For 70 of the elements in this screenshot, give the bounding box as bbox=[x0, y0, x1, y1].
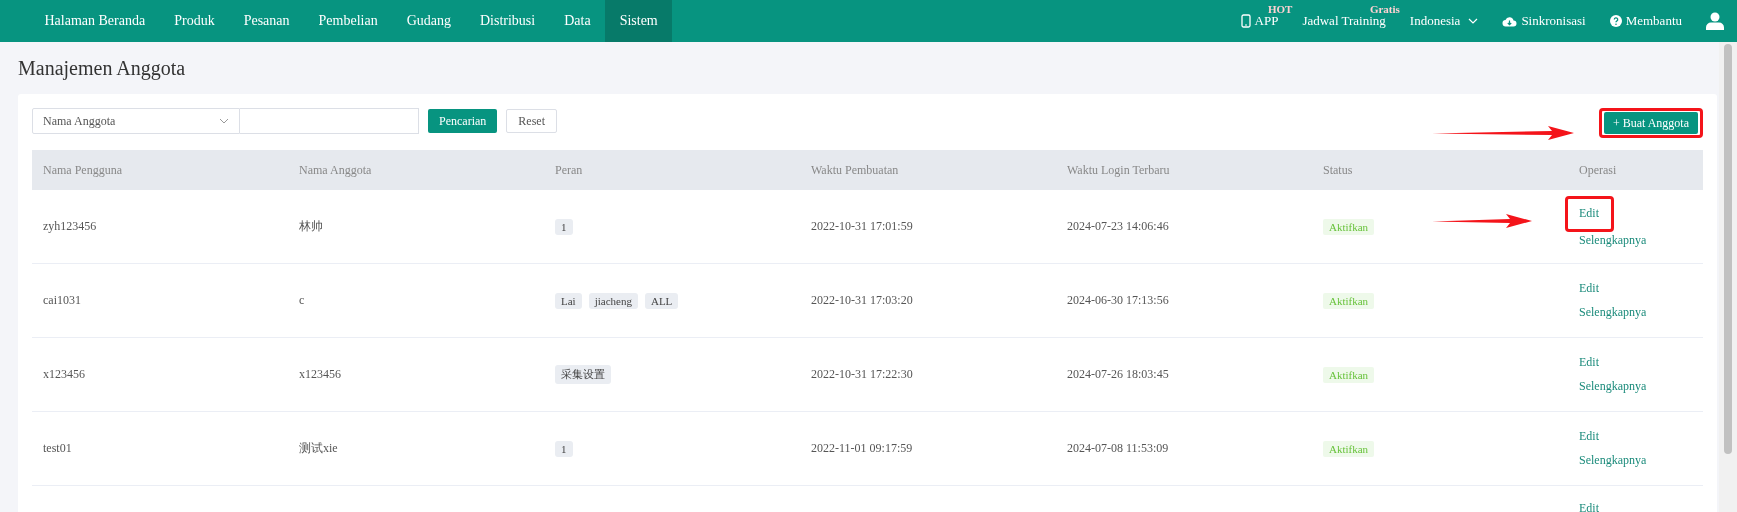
nav-tab[interactable]: Distribusi bbox=[465, 0, 550, 42]
table-cell: x123456 bbox=[299, 367, 341, 382]
table-cell: cai1031 bbox=[43, 293, 81, 308]
column-header: Nama Pengguna bbox=[42, 162, 123, 178]
chevron-down-icon bbox=[1468, 18, 1479, 24]
nav-tab[interactable]: Data bbox=[549, 0, 606, 42]
table-cell: 2024-07-08 11:53:09 bbox=[1067, 441, 1169, 456]
table-cell: 2022-10-31 17:01:59 bbox=[811, 219, 913, 234]
column-header: Waktu Pembuatan bbox=[810, 162, 900, 178]
field-select[interactable]: Nama Anggota bbox=[32, 108, 240, 134]
user-icon[interactable] bbox=[1706, 12, 1724, 30]
role-tag: 1 bbox=[555, 218, 573, 235]
action-link[interactable]: Edit bbox=[1579, 281, 1599, 296]
table-cell: 2022-10-31 17:03:20 bbox=[811, 293, 913, 308]
table-cell: 2022-11-01 09:17:59 bbox=[811, 441, 913, 456]
header-link[interactable]: Jadwal Training bbox=[1302, 13, 1386, 29]
header-link[interactable]: Membantu bbox=[1625, 13, 1682, 29]
table-cell: c bbox=[299, 293, 305, 308]
search-field[interactable] bbox=[240, 108, 419, 134]
status-tag: Aktifkan bbox=[1323, 218, 1375, 235]
action-link[interactable]: Selengkapnya bbox=[1579, 453, 1647, 468]
help-icon bbox=[1609, 15, 1622, 27]
badge-label: HOT bbox=[1267, 3, 1293, 15]
phone-icon bbox=[1240, 14, 1251, 28]
status-tag: Aktifkan bbox=[1323, 366, 1375, 383]
table-cell: 2022-10-31 17:22:30 bbox=[811, 367, 913, 382]
page-title: Manajemen Anggota bbox=[18, 56, 187, 82]
column-header: Waktu Login Terbaru bbox=[1066, 162, 1171, 178]
header-link[interactable]: APP bbox=[1254, 13, 1279, 29]
status-tag: Aktifkan bbox=[1323, 292, 1375, 309]
table-cell: 2024-06-30 17:13:56 bbox=[1067, 293, 1169, 308]
search-button[interactable]: Pencarian bbox=[428, 109, 498, 133]
table-cell: zyh123456 bbox=[43, 219, 97, 234]
cloud-icon bbox=[1502, 15, 1518, 27]
column-header: Peran bbox=[554, 162, 584, 178]
header-link[interactable]: Sinkronisasi bbox=[1521, 13, 1586, 29]
action-link[interactable]: Selengkapnya bbox=[1579, 232, 1647, 248]
column-header: Status bbox=[1322, 162, 1354, 178]
table-cell: test01 bbox=[43, 441, 72, 456]
table-cell: 测试xie bbox=[299, 440, 338, 457]
nav-tab[interactable]: Halaman Beranda bbox=[30, 0, 160, 42]
role-tag: ALL bbox=[644, 292, 679, 309]
table-cell: 2024-07-26 18:03:45 bbox=[1067, 367, 1169, 382]
create-member-button[interactable]: + Buat Anggota bbox=[1603, 112, 1698, 134]
nav-tab[interactable]: Pesanan bbox=[229, 0, 305, 42]
scrollbar[interactable] bbox=[1719, 42, 1737, 512]
nav-tab[interactable]: Gudang bbox=[392, 0, 466, 42]
table-cell: x123456 bbox=[43, 367, 85, 382]
reset-button[interactable]: Reset bbox=[506, 109, 557, 133]
table-cell: 2024-07-23 14:06:46 bbox=[1067, 219, 1169, 234]
action-link[interactable]: Edit bbox=[1579, 429, 1599, 444]
action-link[interactable]: Edit bbox=[1579, 501, 1599, 512]
nav-tab[interactable]: Pembelian bbox=[304, 0, 393, 42]
column-header: Operasi bbox=[1578, 162, 1618, 178]
role-tag: 采集设置 bbox=[555, 365, 611, 384]
action-link[interactable]: Edit bbox=[1579, 355, 1599, 370]
badge-label: Gratis bbox=[1369, 3, 1400, 15]
action-link[interactable]: Selengkapnya bbox=[1579, 305, 1647, 320]
table-cell: 林帅 bbox=[299, 218, 323, 235]
role-tag: Lai bbox=[555, 292, 582, 309]
role-tag: 1 bbox=[555, 440, 573, 457]
action-link[interactable]: Edit bbox=[1579, 205, 1599, 220]
action-link[interactable]: Selengkapnya bbox=[1579, 379, 1647, 394]
header-link[interactable]: Indonesia bbox=[1409, 13, 1461, 29]
chevron-down-icon bbox=[219, 118, 229, 124]
column-header: Nama Anggota bbox=[298, 162, 373, 178]
role-tag: jiacheng bbox=[588, 292, 638, 309]
status-tag: Aktifkan bbox=[1323, 440, 1375, 457]
nav-tab[interactable]: Produk bbox=[159, 0, 230, 42]
nav-tab[interactable]: Sistem bbox=[605, 0, 673, 42]
